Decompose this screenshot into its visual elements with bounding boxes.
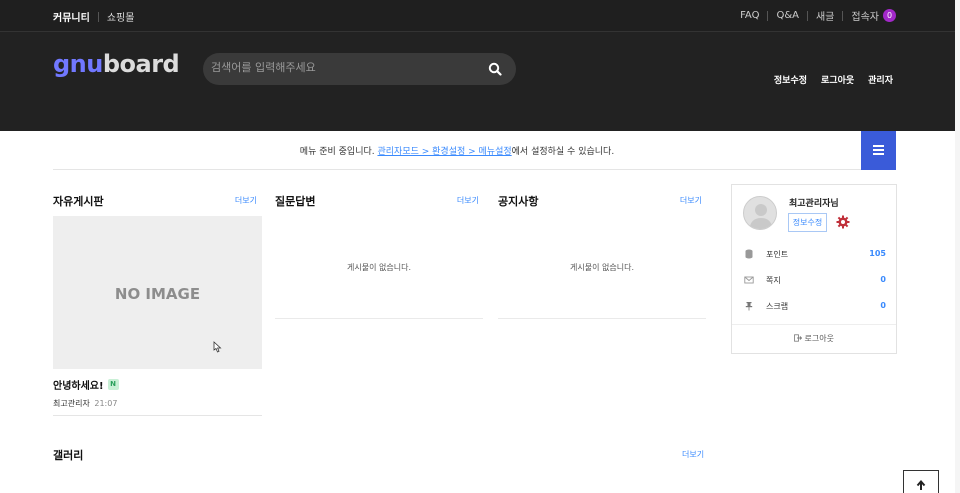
logout-link[interactable]: 로그아웃 <box>821 73 854 86</box>
gallery-more-link[interactable]: 더보기 <box>682 449 704 460</box>
post-title-text[interactable]: 안녕하세요! <box>53 377 104 392</box>
divider <box>732 324 896 325</box>
hamburger-icon <box>873 149 884 151</box>
menu-notice-text: 메뉴 준비 중입니다. 관리자모드 > 환경설정 > 메뉴설정에서 설정하실 수… <box>53 144 861 157</box>
hamburger-menu-button[interactable] <box>861 131 896 170</box>
new-badge: N <box>107 379 119 390</box>
logo-board: board <box>102 50 180 78</box>
logo-gnu: gnu <box>53 50 103 78</box>
top-left-nav: 커뮤니티 쇼핑몰 <box>53 9 134 24</box>
profile-logout-label: 로그아웃 <box>804 334 834 343</box>
database-icon <box>745 249 753 259</box>
board-free: 자유게시판 더보기 <box>53 193 261 209</box>
site-logo[interactable]: gnuboard <box>53 50 180 78</box>
edit-profile-button[interactable]: 정보수정 <box>788 213 827 232</box>
empty-message: 게시물이 없습니다. <box>570 263 634 272</box>
messages-label: 쪽지 <box>766 276 781 285</box>
post-title[interactable]: 안녕하세요! N <box>53 377 119 392</box>
menu-notice-bar: 메뉴 준비 중입니다. 관리자모드 > 환경설정 > 메뉴설정에서 설정하실 수… <box>53 131 896 170</box>
divider <box>53 415 262 416</box>
top-bar: 커뮤니티 쇼핑몰 FAQ Q&A 새글 접속자 0 <box>0 0 960 32</box>
hamburger-icon <box>873 153 884 155</box>
qa-link[interactable]: Q&A <box>776 10 799 21</box>
divider <box>767 10 769 21</box>
hamburger-icon <box>873 145 884 147</box>
messages-row[interactable]: 쪽지 0 <box>744 273 886 289</box>
nav-shop-link[interactable]: 쇼핑몰 <box>107 9 135 24</box>
faq-link[interactable]: FAQ <box>740 10 759 21</box>
site-header: gnuboard 정보수정 로그아웃 관리자 <box>0 32 960 131</box>
post-meta: 최고관리자 21:07 <box>53 398 117 409</box>
board-more-link[interactable]: 더보기 <box>680 195 702 206</box>
arrow-up-icon <box>916 480 926 490</box>
empty-message: 게시물이 없습니다. <box>347 263 411 272</box>
top-right-nav: FAQ Q&A 새글 접속자 0 <box>740 8 896 23</box>
board-title[interactable]: 공지사항 <box>498 193 706 209</box>
cursor-icon <box>213 341 222 353</box>
no-image-text: NO IMAGE <box>114 285 201 303</box>
post-author: 최고관리자 <box>53 399 90 408</box>
profile-name: 최고관리자님 <box>789 199 839 209</box>
visitors-link[interactable]: 접속자 <box>851 8 879 23</box>
board-title[interactable]: 질문답변 <box>275 193 483 209</box>
sign-out-icon <box>794 334 803 342</box>
search-box <box>203 53 516 85</box>
board-title[interactable]: 자유게시판 <box>53 193 261 209</box>
divider <box>806 10 808 21</box>
edit-profile-link[interactable]: 정보수정 <box>774 73 807 86</box>
scroll-top-button[interactable] <box>903 470 939 493</box>
search-input[interactable] <box>211 61 471 74</box>
menu-notice-prefix: 메뉴 준비 중입니다. <box>299 147 378 157</box>
header-user-links: 정보수정 로그아웃 관리자 <box>760 73 893 86</box>
profile-box: 최고관리자님 정보수정 포인트 105 쪽지 0 스크랩 0 로그아웃 <box>731 184 897 354</box>
new-posts-link[interactable]: 새글 <box>816 8 834 23</box>
profile-logout-button[interactable]: 로그아웃 <box>732 333 896 344</box>
pin-icon <box>745 302 753 311</box>
divider <box>97 11 99 22</box>
user-silhouette-icon <box>749 204 773 229</box>
scrap-row[interactable]: 스크랩 0 <box>744 299 886 315</box>
points-value: 105 <box>869 249 886 258</box>
board-qa: 질문답변 더보기 게시물이 없습니다. <box>275 193 483 319</box>
post-time: 21:07 <box>94 399 118 408</box>
board-more-link[interactable]: 더보기 <box>235 195 257 206</box>
menu-notice-suffix: 에서 설정하실 수 있습니다. <box>511 147 615 157</box>
board-notice: 공지사항 더보기 게시물이 없습니다. <box>498 193 706 319</box>
scrap-label: 스크랩 <box>766 302 789 311</box>
scrollbar[interactable] <box>955 0 960 493</box>
visitors-count-badge: 0 <box>883 9 896 22</box>
board-more-link[interactable]: 더보기 <box>457 195 479 206</box>
post-thumbnail[interactable]: NO IMAGE <box>53 216 262 369</box>
points-label: 포인트 <box>766 250 789 259</box>
gallery-title[interactable]: 갤러리 <box>53 447 83 463</box>
avatar[interactable] <box>743 196 777 230</box>
menu-settings-link[interactable]: 관리자모드 > 환경설정 > 메뉴설정 <box>377 147 511 157</box>
messages-value: 0 <box>880 275 886 284</box>
envelope-icon <box>744 276 754 284</box>
search-icon[interactable] <box>488 62 502 76</box>
admin-link[interactable]: 관리자 <box>868 73 893 86</box>
scrap-value: 0 <box>880 301 886 310</box>
gear-icon[interactable] <box>836 215 850 229</box>
divider <box>842 10 844 21</box>
divider <box>498 318 706 319</box>
points-row[interactable]: 포인트 105 <box>744 247 886 263</box>
divider <box>275 318 483 319</box>
nav-community-link[interactable]: 커뮤니티 <box>53 9 90 24</box>
